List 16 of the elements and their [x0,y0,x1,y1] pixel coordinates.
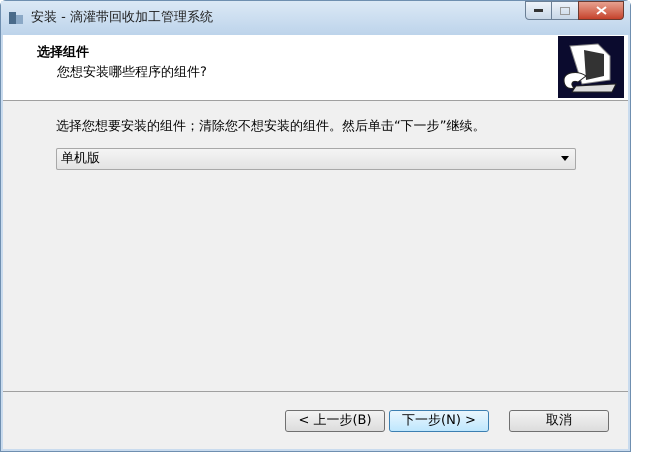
maximize-icon [560,6,570,14]
dialog-button[interactable]: 下一步(N) > [389,410,489,432]
instruction-text: 选择您想要安装的组件；清除您不想安装的组件。然后单击“下一步”继续。 [56,118,486,136]
close-icon [596,6,606,15]
dialog-button[interactable]: < 上一步(B) [285,410,385,432]
close-button[interactable] [578,1,624,20]
dialog-button[interactable]: 取消 [509,410,609,432]
minimize-icon [534,9,543,12]
header-title: 选择组件 [37,44,90,62]
dropdown-arrow-icon [561,156,569,161]
installer-icon [7,9,25,27]
component-dropdown[interactable]: 单机版 [56,148,576,170]
maximize-button[interactable] [552,1,578,20]
minimize-button[interactable] [525,1,552,20]
header-subtitle: 您想安装哪些程序的组件? [57,64,207,82]
window-title: 安装 - 滴灌带回收加工管理系统 [31,9,213,28]
